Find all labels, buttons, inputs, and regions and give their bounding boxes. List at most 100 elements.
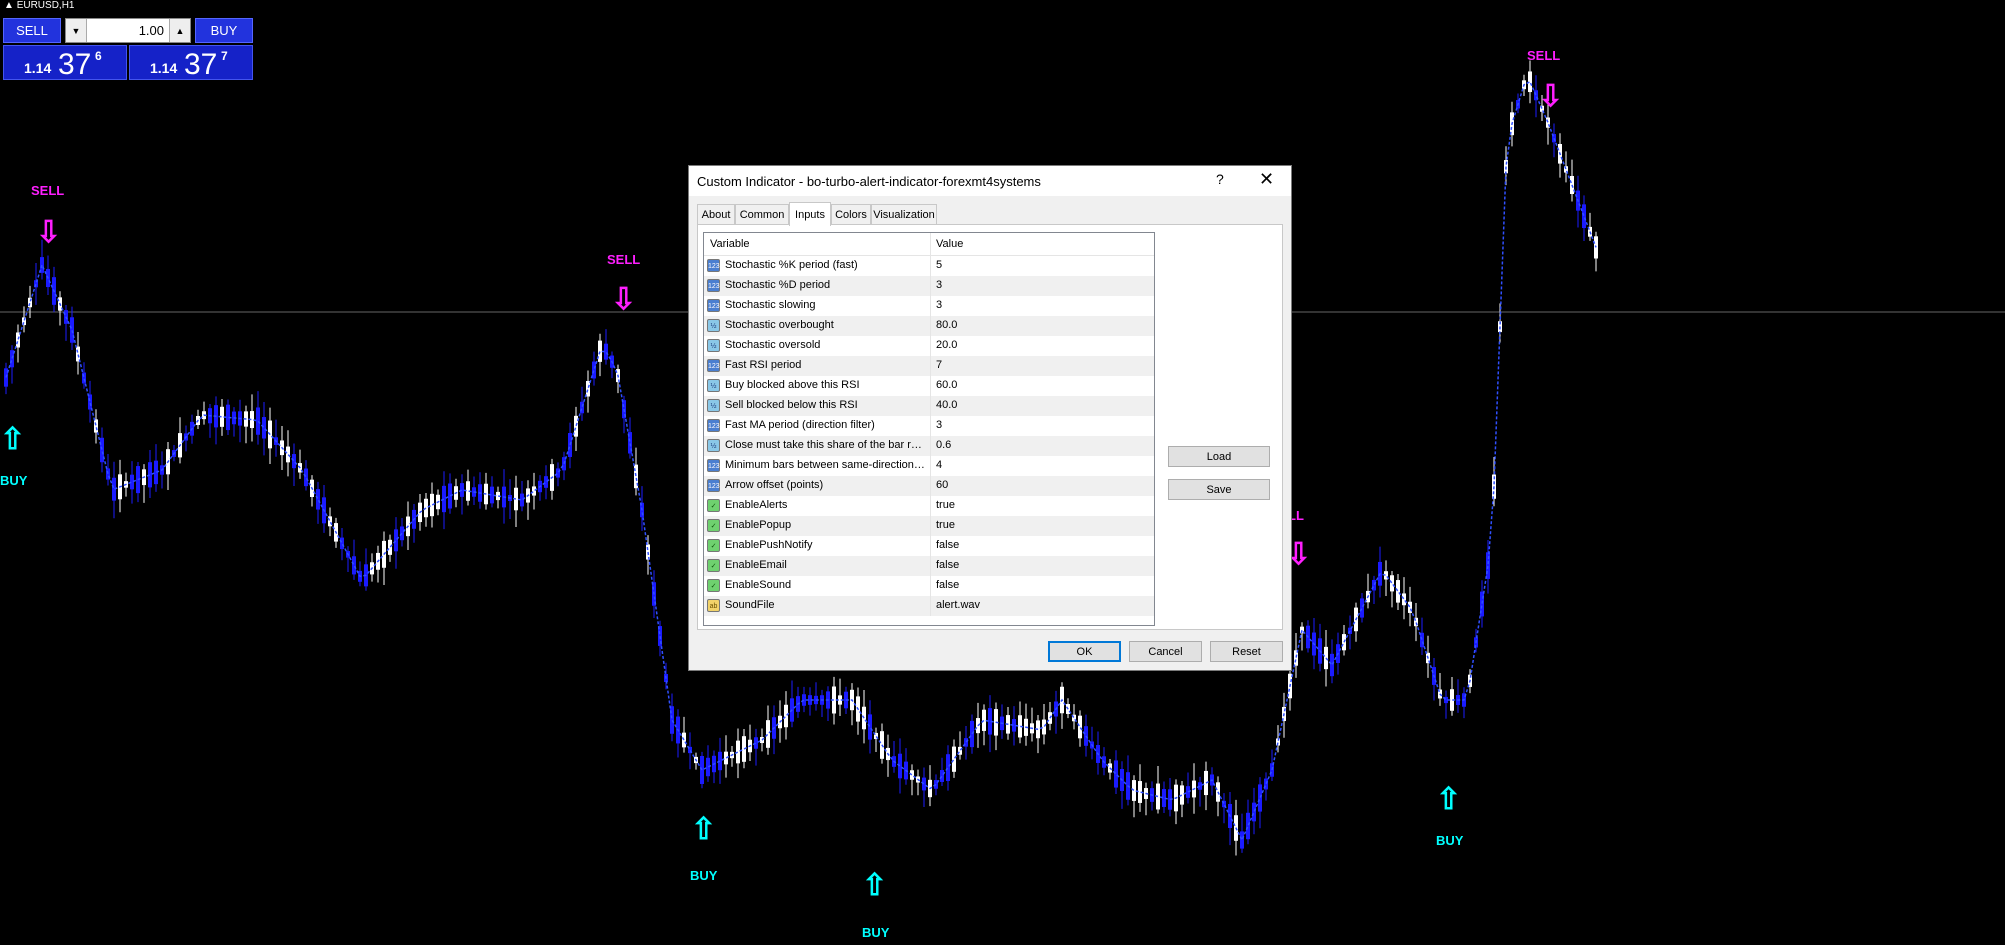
close-icon[interactable]: ✕	[1259, 169, 1274, 190]
variable-name: Arrow offset (points)	[725, 479, 824, 491]
table-row[interactable]: ✓ EnableSound false	[704, 576, 1154, 596]
tab-visualization[interactable]: Visualization	[871, 204, 937, 224]
candle-body	[1402, 593, 1406, 606]
table-row[interactable]: ½ Close must take this share of the bar r…	[704, 436, 1154, 456]
table-row[interactable]: ½ Buy blocked above this RSI 60.0	[704, 376, 1154, 396]
variable-name: Fast RSI period	[725, 359, 802, 371]
variable-value[interactable]: 4	[936, 459, 942, 471]
dbl-type-icon: ½	[707, 399, 720, 412]
candle-body	[580, 401, 584, 414]
variable-name: Stochastic %K period (fast)	[725, 259, 858, 271]
table-row[interactable]: 123 Stochastic slowing 3	[704, 296, 1154, 316]
table-row[interactable]: 123 Fast MA period (direction filter) 3	[704, 416, 1154, 436]
dialog-title-bar[interactable]: Custom Indicator - bo-turbo-alert-indica…	[689, 166, 1291, 196]
variable-value[interactable]: 3	[936, 299, 942, 311]
variable-name: Stochastic %D period	[725, 279, 831, 291]
table-row[interactable]: ✓ EnableEmail false	[704, 556, 1154, 576]
ask-price[interactable]: 1.14 37 7	[129, 45, 253, 81]
variable-value[interactable]: 3	[936, 279, 942, 291]
bool-type-icon: ✓	[707, 519, 720, 532]
candle-body	[586, 381, 590, 397]
variable-value[interactable]: 7	[936, 359, 942, 371]
lot-increase-icon[interactable]: ▲	[169, 19, 190, 42]
candle-body	[316, 489, 320, 510]
variable-value[interactable]: alert.wav	[936, 599, 980, 611]
variable-value[interactable]: 80.0	[936, 319, 957, 331]
bid-price[interactable]: 1.14 37 6	[3, 45, 127, 81]
one-click-trading-panel: SELL ▼ 1.00 ▲ BUY 1.14 37 6 1.14 37 7	[3, 18, 253, 81]
candle-body	[568, 433, 572, 457]
sell-signal-label: SELL	[1527, 48, 1561, 63]
tab-inputs[interactable]: Inputs	[789, 202, 831, 226]
variable-value[interactable]: 3	[936, 419, 942, 431]
arrow-up-icon: ⇧	[0, 423, 26, 456]
save-button[interactable]: Save	[1168, 479, 1270, 500]
buy-button[interactable]: BUY	[195, 18, 253, 43]
table-row[interactable]: 123 Arrow offset (points) 60	[704, 476, 1154, 496]
lot-decrease-icon[interactable]: ▼	[66, 19, 87, 42]
bool-type-icon: ✓	[707, 579, 720, 592]
arrow-down-icon: ⇩	[36, 216, 62, 249]
inputs-table: Variable Value 123 Stochastic %K period (…	[703, 232, 1155, 626]
bool-type-icon: ✓	[707, 559, 720, 572]
table-row[interactable]: ½ Sell blocked below this RSI 40.0	[704, 396, 1154, 416]
table-row[interactable]: ✓ EnablePopup true	[704, 516, 1154, 536]
tab-about[interactable]: About	[697, 204, 735, 224]
bool-type-icon: ✓	[707, 539, 720, 552]
candle-body	[910, 770, 914, 780]
candle-body	[1420, 632, 1424, 648]
tab-colors[interactable]: Colors	[831, 204, 871, 224]
variable-name: Stochastic overbought	[725, 319, 834, 331]
candle-body	[574, 415, 578, 437]
sell-button[interactable]: SELL	[3, 18, 61, 43]
ask-price-prefix: 1.14	[150, 60, 178, 76]
candle-body	[76, 346, 80, 362]
variable-value[interactable]: false	[936, 539, 959, 551]
variable-value[interactable]: 40.0	[936, 399, 957, 411]
int-type-icon: 123	[707, 359, 720, 372]
arrow-up-icon: ⇧	[862, 869, 888, 902]
variable-value[interactable]: false	[936, 579, 959, 591]
table-row[interactable]: ✓ EnableAlerts true	[704, 496, 1154, 516]
table-row[interactable]: 123 Fast RSI period 7	[704, 356, 1154, 376]
table-row[interactable]: ½ Stochastic overbought 80.0	[704, 316, 1154, 336]
sell-signal-label: SELL	[607, 252, 641, 267]
help-icon[interactable]: ?	[1216, 171, 1224, 187]
cancel-button[interactable]: Cancel	[1129, 641, 1202, 662]
load-button[interactable]: Load	[1168, 446, 1270, 467]
candle-body	[670, 706, 674, 734]
candle-body	[1042, 719, 1046, 735]
candle-body	[952, 746, 956, 772]
lot-value[interactable]: 1.00	[139, 23, 164, 38]
variable-value[interactable]: 0.6	[936, 439, 951, 451]
variable-name: EnableAlerts	[725, 499, 788, 511]
candle-body	[1390, 575, 1394, 592]
candle-body	[16, 332, 20, 348]
value-column-header[interactable]: Value	[936, 238, 963, 250]
candle-body	[970, 720, 974, 748]
variable-column-header[interactable]: Variable	[710, 238, 750, 250]
variable-value[interactable]: 60.0	[936, 379, 957, 391]
variable-value[interactable]: 20.0	[936, 339, 957, 351]
candle-body	[1582, 204, 1586, 229]
table-row[interactable]: 123 Minimum bars between same-direction a…	[704, 456, 1154, 476]
table-row[interactable]: 123 Stochastic %D period 3	[704, 276, 1154, 296]
table-row[interactable]: ✓ EnablePushNotify false	[704, 536, 1154, 556]
reset-button[interactable]: Reset	[1210, 641, 1283, 662]
tab-common[interactable]: Common	[735, 204, 789, 224]
candle-body	[868, 714, 872, 740]
variable-value[interactable]: 5	[936, 259, 942, 271]
table-row[interactable]: ab SoundFile alert.wav	[704, 596, 1154, 616]
variable-value[interactable]: 60	[936, 479, 948, 491]
table-row[interactable]: ½ Stochastic oversold 20.0	[704, 336, 1154, 356]
dbl-type-icon: ½	[707, 319, 720, 332]
variable-value[interactable]: false	[936, 559, 959, 571]
candle-body	[544, 476, 548, 488]
variable-value[interactable]: true	[936, 499, 955, 511]
table-row[interactable]: 123 Stochastic %K period (fast) 5	[704, 256, 1154, 276]
int-type-icon: 123	[707, 419, 720, 432]
variable-name: EnablePopup	[725, 519, 792, 531]
variable-value[interactable]: true	[936, 519, 955, 531]
ok-button[interactable]: OK	[1048, 641, 1121, 662]
lot-size-stepper[interactable]: ▼ 1.00 ▲	[65, 18, 191, 43]
